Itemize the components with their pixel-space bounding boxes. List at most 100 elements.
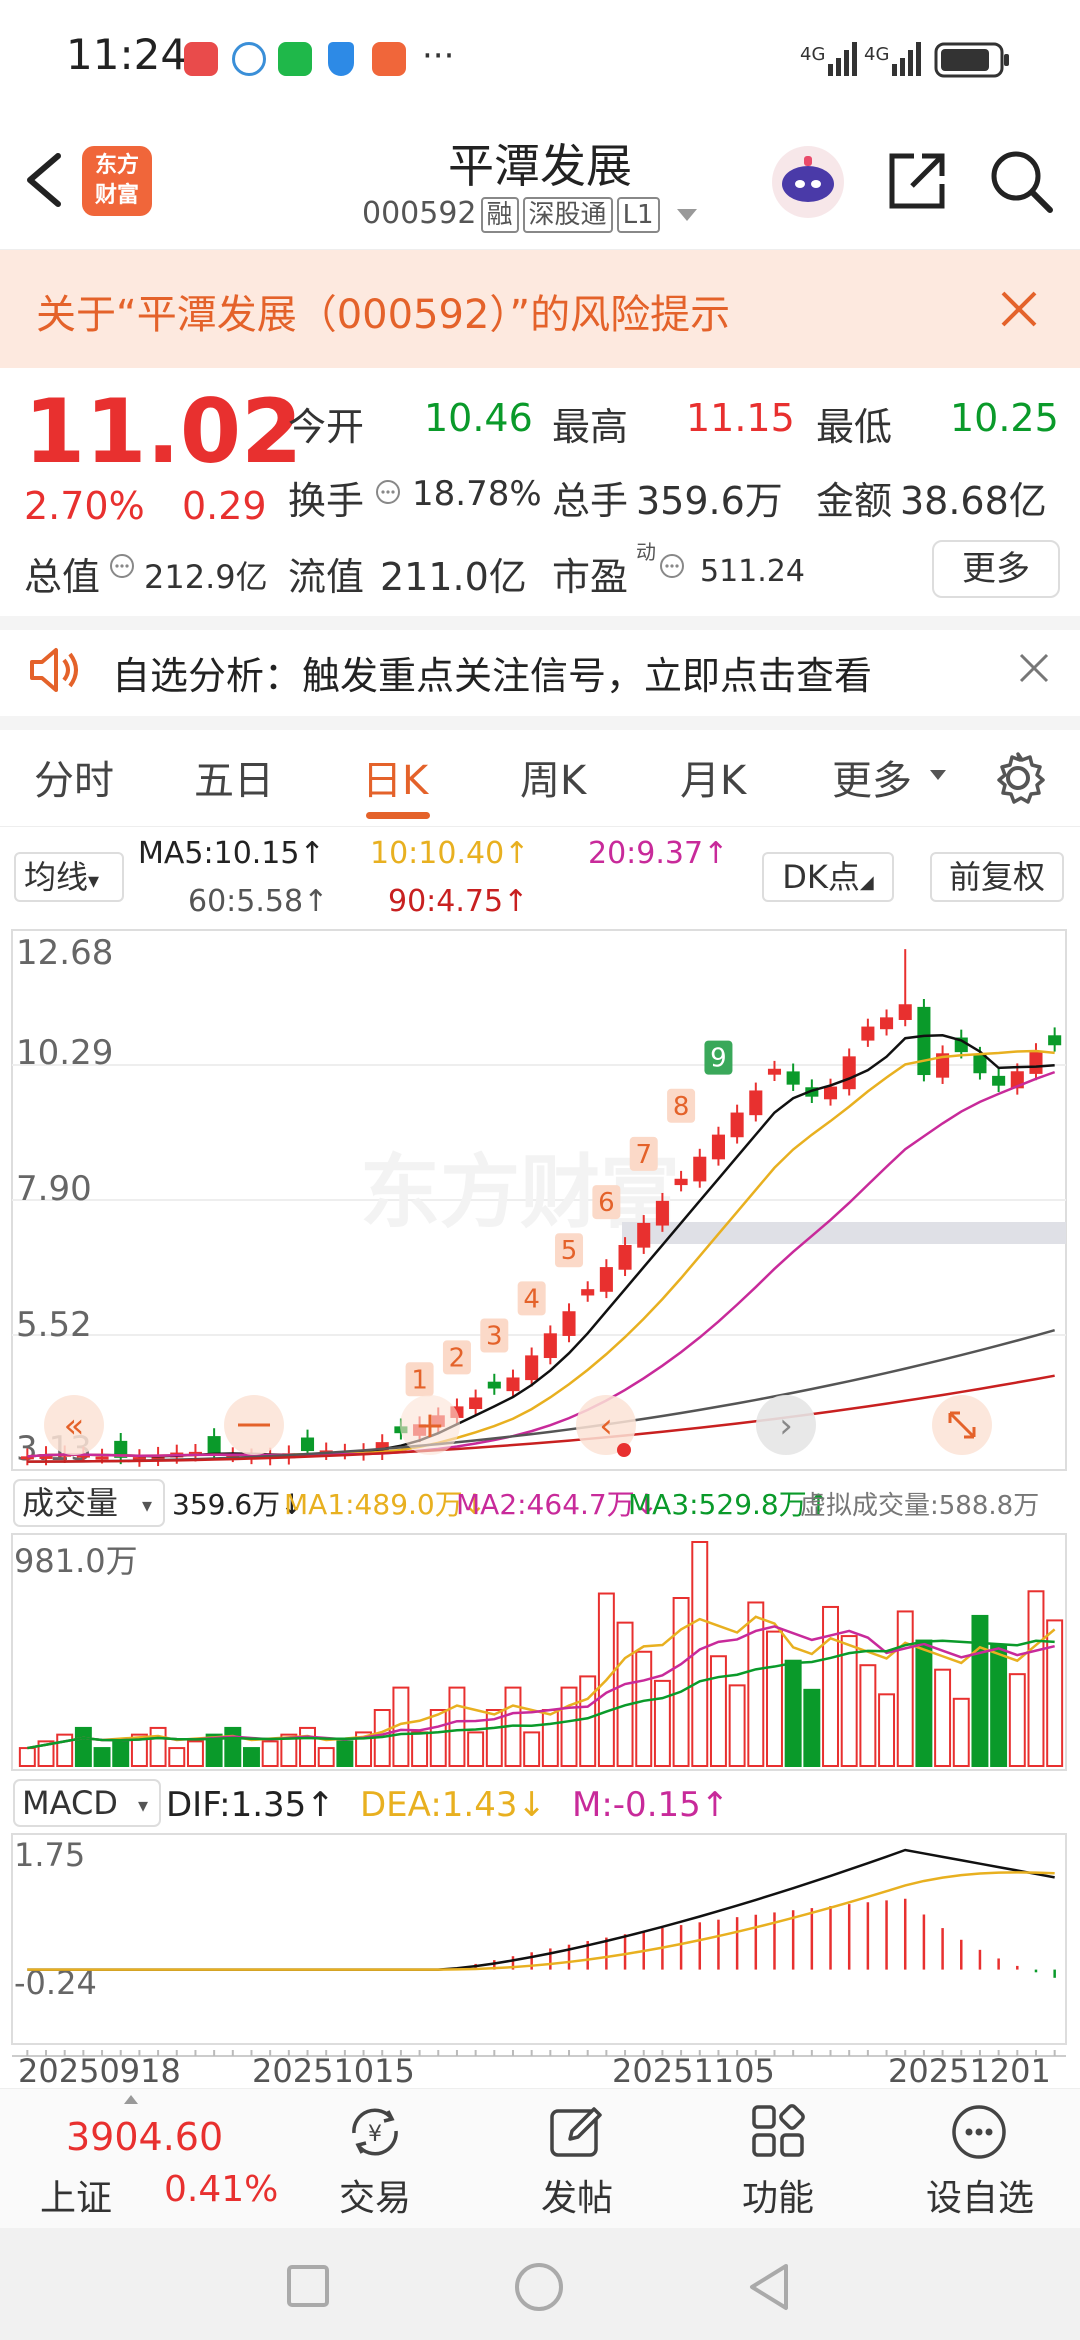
ma-line: [27, 1070, 1056, 1458]
index-name: 上证: [40, 2178, 113, 2219]
y-axis-label: 12.68: [16, 933, 113, 973]
date-label: 20251105: [612, 2052, 775, 2090]
chevron-down-icon: ▾: [142, 1493, 152, 1517]
candle-body: [767, 1068, 782, 1075]
macd-lines: [27, 1848, 1055, 1971]
tab-more[interactable]: 更多: [832, 748, 912, 806]
kline-chart[interactable]: 东方财富 12.68 10.29 7.90 5.52 3.13 12345678…: [0, 920, 1080, 2090]
info-icon[interactable]: [658, 552, 686, 580]
volume-bar: [635, 1650, 653, 1768]
pe-dynamic-mark: 动: [636, 540, 656, 564]
volume-bar: [261, 1740, 279, 1767]
dk-point-button[interactable]: DK点◢: [762, 852, 894, 902]
candle-body: [562, 1311, 576, 1336]
close-icon[interactable]: [1000, 290, 1038, 328]
candle-body: [300, 1437, 315, 1452]
settings-gear-icon[interactable]: [990, 750, 1046, 806]
search-icon[interactable]: [988, 148, 1054, 214]
virtual-volume: 虚拟成交量:588.8万: [800, 1491, 1039, 1521]
status-time: 11:24: [66, 30, 188, 79]
tab-daily-k[interactable]: 日K: [362, 748, 428, 806]
tab-intraday[interactable]: 分时: [34, 748, 114, 806]
trade-yen-icon: ¥: [352, 2108, 398, 2156]
volume-bars: [18, 1541, 1064, 1768]
volume-bar: [728, 1684, 746, 1767]
float-value-label: 流值: [288, 555, 365, 599]
macd-selector-label: MACD: [22, 1784, 118, 1822]
candle-body: [618, 1245, 632, 1270]
y-axis-label: 10.29: [16, 1033, 113, 1073]
volume-bar: [18, 1747, 36, 1768]
volume-ma-lines: [27, 1615, 1056, 1750]
double-chevron-left-icon: «: [64, 1406, 85, 1446]
recent-apps-icon[interactable]: [286, 2264, 330, 2308]
total-value-label: 总值: [24, 555, 101, 599]
home-icon[interactable]: [514, 2262, 564, 2312]
volume-bar: [224, 1726, 242, 1767]
date-label: 20251015: [252, 2052, 415, 2090]
stock-code-line[interactable]: 000592 融深股通 L1: [362, 196, 698, 233]
speaker-icon: [30, 648, 78, 692]
volume-bar: [672, 1597, 690, 1767]
ma-line: [27, 1049, 1055, 1458]
more-quote-button[interactable]: 更多: [932, 540, 1060, 598]
risk-warning-banner[interactable]: 关于“平潭发展（000592）”的风险提示: [0, 250, 1080, 368]
moving-average-lines: [27, 1034, 1056, 1463]
volume-bar: [878, 1693, 896, 1768]
candle-body: [898, 1004, 912, 1020]
adjust-mode-button[interactable]: 前复权: [930, 852, 1064, 902]
robot-assistant-icon[interactable]: [768, 142, 848, 222]
huawei-app-icon: [184, 42, 218, 76]
signal-battery-icons: 4G 4G: [800, 42, 1009, 78]
macd-dif: DIF:1.35↑: [166, 1785, 335, 1825]
candle-body: [842, 1056, 856, 1090]
volume-value: 359.6万: [636, 479, 783, 523]
volume-bar: [579, 1675, 597, 1768]
back-icon[interactable]: [746, 2262, 792, 2312]
ma-selector[interactable]: 均线▾: [14, 852, 124, 902]
change-value: 0.29: [182, 484, 267, 528]
nav-functions-label: 功能: [741, 2178, 814, 2219]
stock-header: 东方 财富 平潭发展 000592 融深股通 L1: [0, 120, 1080, 250]
nav-trade-label: 交易: [338, 2178, 411, 2219]
info-icon[interactable]: [374, 478, 402, 506]
ma5-value: MA5:10.15↑: [138, 836, 325, 871]
volume-bar: [747, 1601, 765, 1767]
close-icon[interactable]: [1018, 652, 1050, 684]
volume-bar: [243, 1747, 260, 1768]
tag-level: L1: [616, 197, 660, 233]
macd-m: M:-0.15↑: [572, 1785, 729, 1825]
volume-bar: [74, 1726, 92, 1767]
candle-body: [655, 1200, 669, 1226]
tab-five-day[interactable]: 五日: [194, 748, 274, 806]
volume-bar: [803, 1688, 821, 1768]
candle-body: [693, 1156, 707, 1182]
status-bar: 11:24 ··· 4G 4G: [0, 0, 1080, 120]
divider: [0, 826, 1080, 827]
float-value: 211.0亿: [380, 555, 527, 599]
share-icon[interactable]: [886, 150, 948, 212]
wechat-icon: [278, 42, 312, 76]
chevron-up-icon: [124, 2095, 138, 2104]
chevron-left-icon: ‹: [599, 1406, 613, 1446]
tab-weekly-k[interactable]: 周K: [520, 748, 586, 806]
volume-bar: [112, 1740, 130, 1767]
tab-monthly-k[interactable]: 月K: [680, 748, 746, 806]
volume-bar: [149, 1726, 167, 1767]
td-count-label: 5: [561, 1236, 578, 1266]
candle-body: [786, 1071, 800, 1085]
ma20-value: 20:9.37↑: [588, 836, 729, 871]
ma-line: [27, 1034, 1055, 1458]
volume-ma-line: [27, 1639, 1055, 1750]
candle-body: [674, 1178, 688, 1186]
volume-bar: [653, 1679, 671, 1768]
volume-bar: [766, 1630, 783, 1767]
volume-label: 总手: [552, 479, 629, 523]
chevron-right-icon: ›: [779, 1406, 793, 1446]
candle-body: [469, 1397, 483, 1410]
volume-ma-line: [27, 1615, 1056, 1750]
mobile-operator-icon: [232, 42, 266, 76]
nav-post-label: 发帖: [540, 2178, 613, 2219]
volume-bar: [411, 1731, 429, 1768]
info-icon[interactable]: [108, 552, 136, 580]
